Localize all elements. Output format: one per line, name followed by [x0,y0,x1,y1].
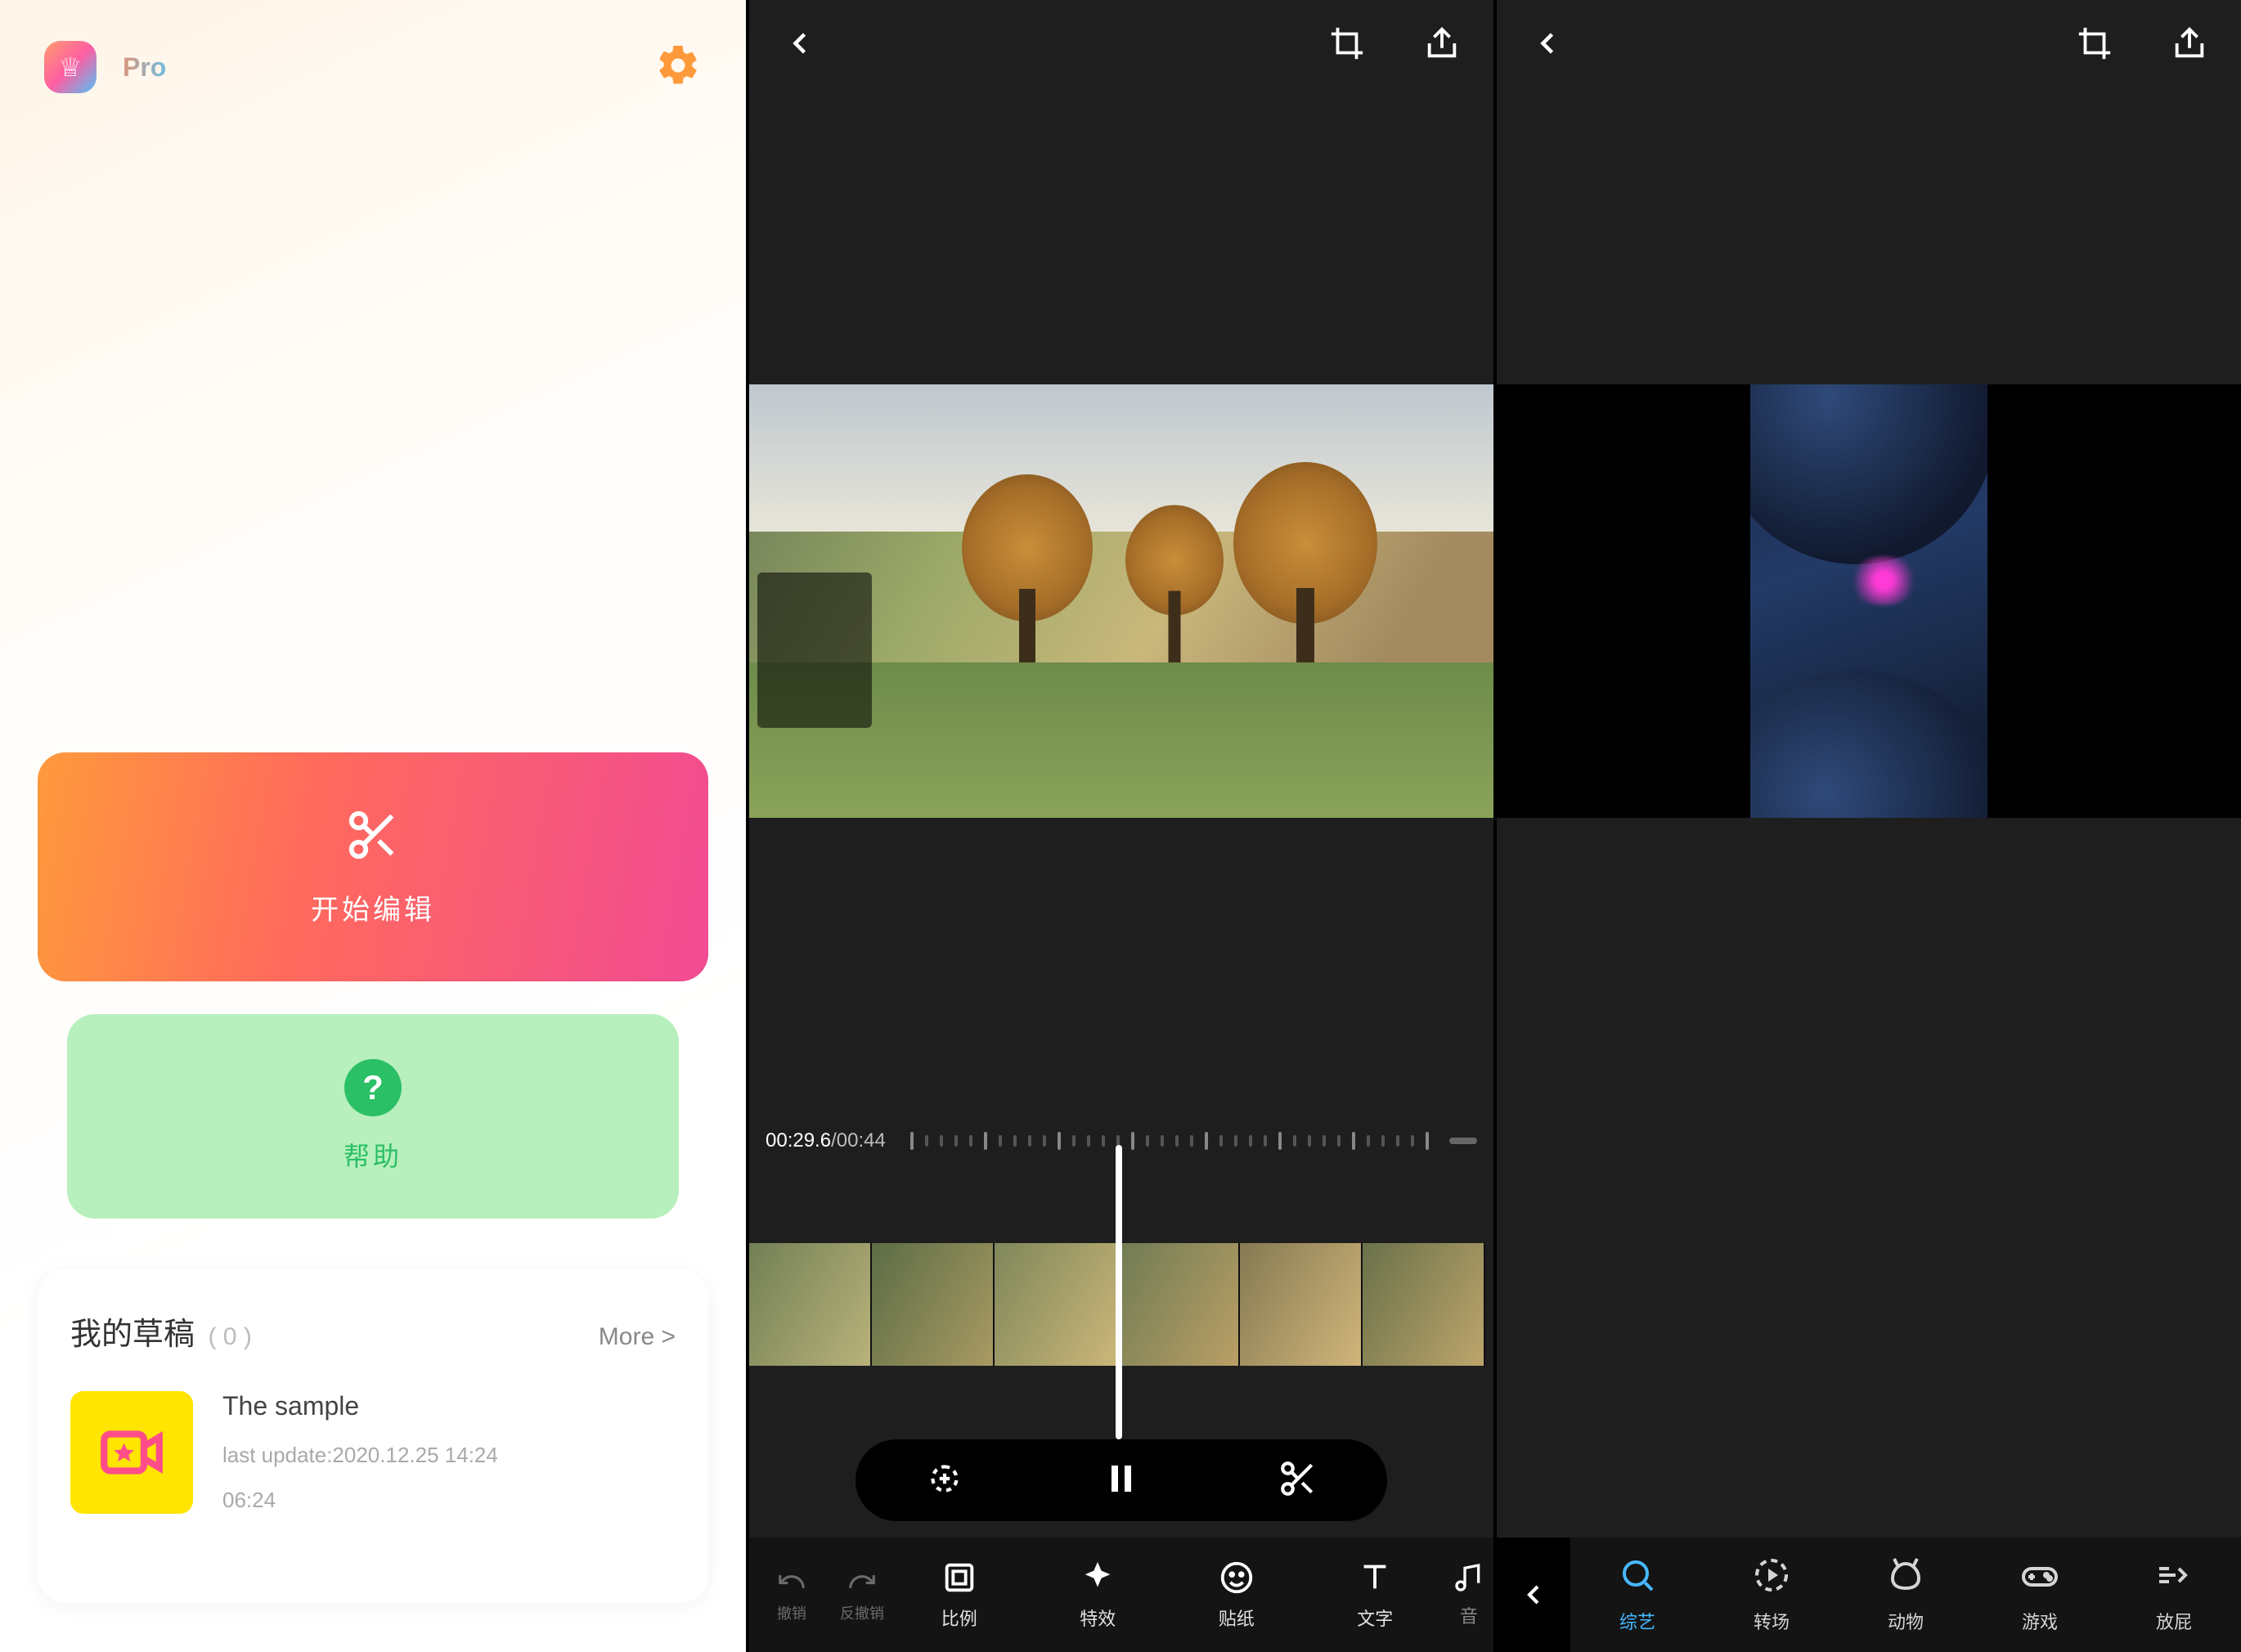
sfx-screen: 00.88+A-oh00.60+Bleep01.77+Error04.23+Sl… [1493,0,2241,1652]
clip-thumb[interactable] [749,1243,872,1366]
help-button[interactable]: ? 帮助 [67,1014,679,1219]
clip-thumb[interactable] [995,1243,1117,1366]
crown-icon: ♕ [59,52,83,83]
category-back-button[interactable] [1497,1538,1570,1652]
transport-bar [856,1439,1387,1521]
tool-text[interactable]: 文字 [1306,1559,1445,1631]
export-icon[interactable] [2171,25,2208,66]
clip-thumb[interactable] [872,1243,995,1366]
transition-icon [1752,1555,1791,1600]
add-clip-icon[interactable] [924,1458,965,1503]
export-icon[interactable] [1423,25,1461,66]
pro-badge[interactable]: Pro [108,47,181,88]
help-label: 帮助 [344,1136,402,1174]
tool-audio[interactable]: 音 [1444,1561,1493,1628]
start-edit-button[interactable]: 开始编辑 [38,752,708,981]
draft-duration: 06:24 [222,1488,498,1513]
category-game[interactable]: 游戏 [1973,1555,2107,1634]
editor-topbar [749,0,1493,90]
drafts-more-button[interactable]: More > [599,1323,676,1351]
tool-ratio[interactable]: 比例 [890,1559,1029,1631]
draft-thumbnail [70,1391,193,1514]
sfx-topbar [1497,0,2241,90]
redo-button[interactable]: 反撤销 [834,1566,890,1623]
chaos-icon [2154,1555,2194,1600]
clip-thumb[interactable] [1363,1243,1485,1366]
clip-thumb[interactable] [1240,1243,1363,1366]
split-icon[interactable] [1278,1458,1318,1503]
start-edit-label: 开始编辑 [311,887,435,927]
tool-effects[interactable]: 特效 [1029,1559,1168,1631]
category-chaos[interactable]: 放屁 [2107,1555,2241,1634]
variety-icon [1618,1555,1657,1600]
draft-item[interactable]: The sample last update:2020.12.25 14:24 … [70,1391,676,1514]
drafts-title: 我的草稿 [70,1318,195,1352]
animal-icon [1886,1555,1925,1600]
pause-icon[interactable] [1102,1459,1141,1502]
zoom-indicator[interactable] [1449,1138,1477,1144]
home-header: ♕ Pro [0,0,746,93]
question-icon: ? [344,1059,402,1116]
editor-toolbar: 撤销 反撤销 比例 特效 贴纸 文字 音 [749,1538,1493,1652]
tool-sticker[interactable]: 贴纸 [1167,1559,1306,1631]
sfx-grid-wrap: 00.88+A-oh00.60+Bleep01.77+Error04.23+Sl… [1521,1145,2216,1538]
drafts-count: ( 0 ) [208,1323,251,1350]
back-icon[interactable] [1529,25,1565,65]
sfx-categories: 综艺转场动物游戏放屁 [1497,1538,2241,1652]
category-variety[interactable]: 综艺 [1570,1555,1704,1634]
category-transition[interactable]: 转场 [1704,1555,1839,1634]
back-icon[interactable] [782,25,818,65]
home-screen: ♕ Pro 开始编辑 ? 帮助 我的草稿 ( 0 ) More > [0,0,746,1652]
video-preview[interactable] [1497,384,2241,818]
app-logo: ♕ [44,41,97,93]
draft-update: last update:2020.12.25 14:24 [222,1443,498,1468]
timeline-time: 00:29.6/00:44 [766,1129,886,1152]
playhead[interactable] [1116,1145,1122,1439]
category-animal[interactable]: 动物 [1839,1555,1973,1634]
video-preview[interactable] [749,384,1493,818]
scissors-icon [344,806,402,868]
crop-icon[interactable] [1328,25,1366,66]
settings-icon[interactable] [654,42,702,93]
drafts-card: 我的草稿 ( 0 ) More > The sample last update… [38,1269,708,1603]
editor-screen: 00:29.6/00:44 撤销 反撤销 比例 特效 贴纸 文字 音 [746,0,1493,1652]
draft-name: The sample [222,1391,498,1421]
undo-button[interactable]: 撤销 [764,1566,820,1623]
crop-icon[interactable] [2076,25,2113,66]
clip-thumb[interactable] [1117,1243,1240,1366]
game-icon [2020,1555,2059,1600]
